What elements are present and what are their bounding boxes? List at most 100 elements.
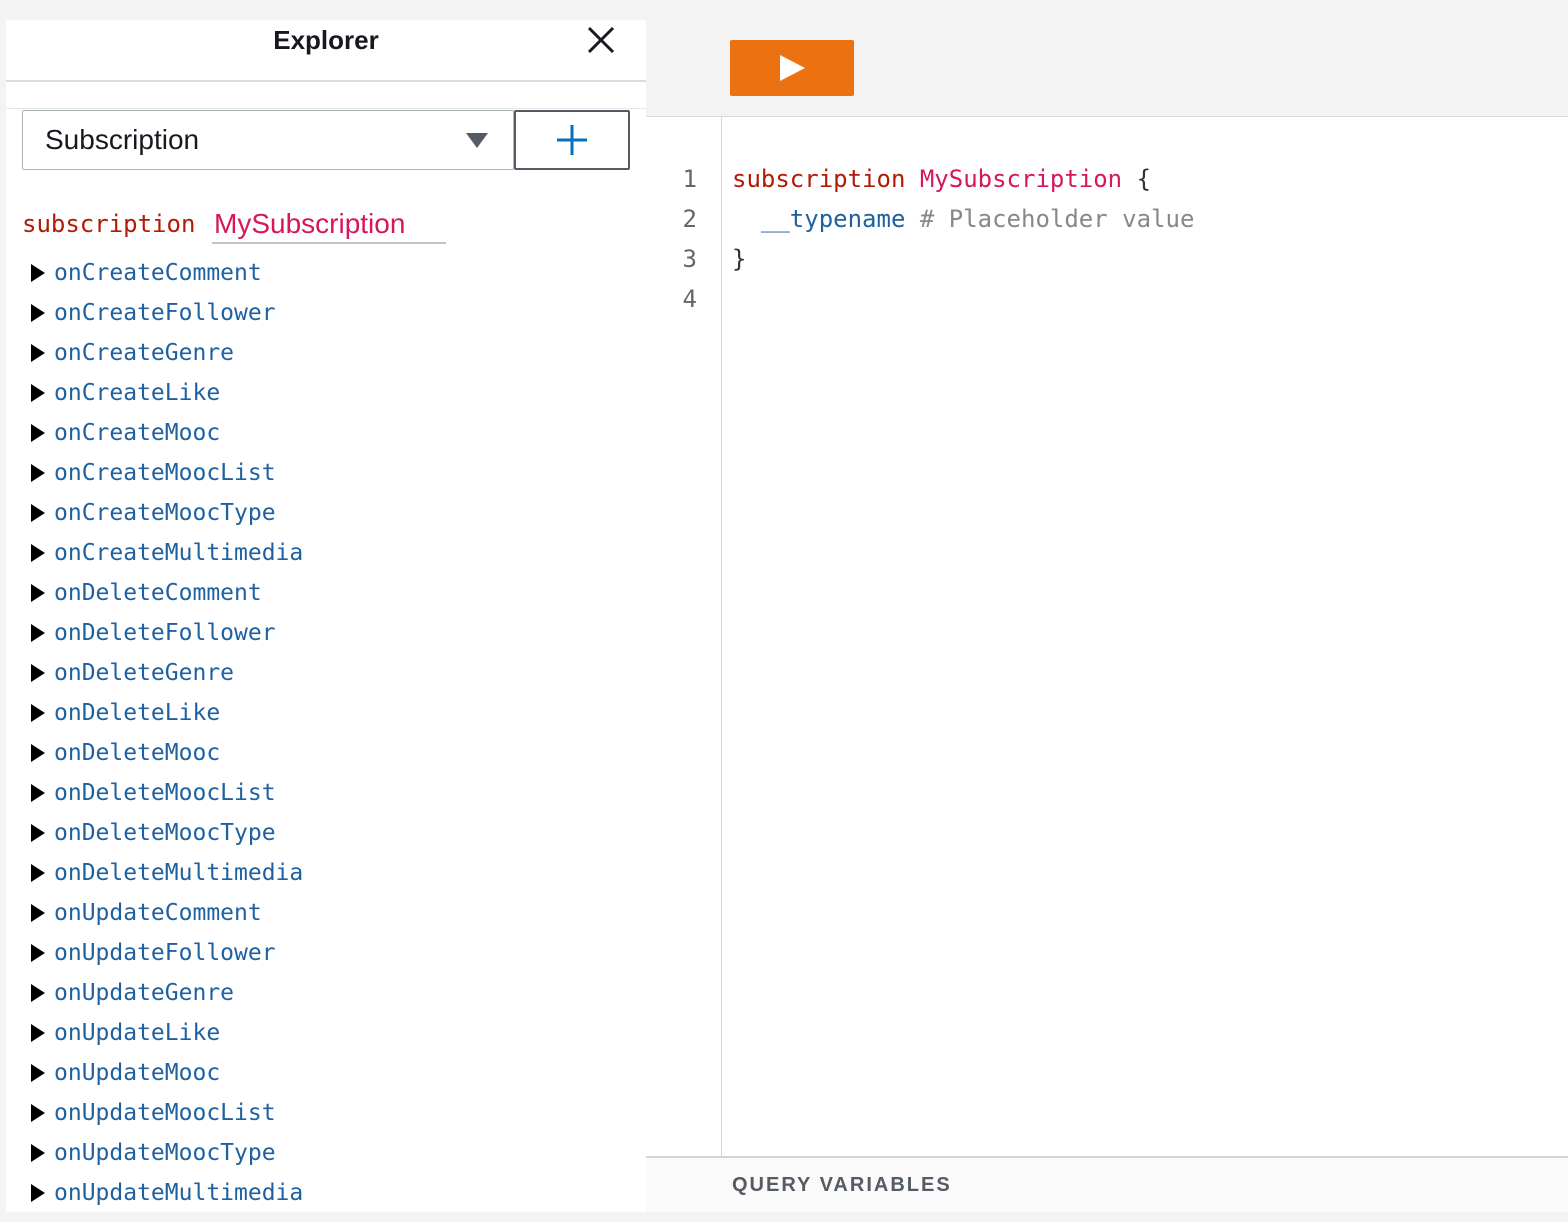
field-list: onCreateComment onCreateFollower onCreateG… — [30, 253, 303, 1212]
triangle-right-icon — [30, 453, 54, 493]
field-label: onCreateFollower — [54, 300, 276, 326]
triangle-right-icon — [30, 973, 54, 1013]
query-editor[interactable]: 1 2 3 4 subscription MySubscription { __… — [646, 116, 1568, 1156]
field-label: onUpdateMoocList — [54, 1100, 276, 1126]
query-variables-toggle[interactable]: QUERY VARIABLES — [732, 1174, 952, 1197]
triangle-right-icon — [30, 533, 54, 573]
operation-name-input[interactable] — [212, 206, 446, 244]
field-item[interactable]: onCreateMoocList — [30, 453, 303, 493]
field-item[interactable]: onCreateMooc — [30, 413, 303, 453]
triangle-right-icon — [30, 653, 54, 693]
field-item[interactable]: onDeleteLike — [30, 693, 303, 733]
field-item[interactable]: onUpdateMoocList — [30, 1093, 303, 1133]
triangle-right-icon — [30, 933, 54, 973]
field-label: onDeleteGenre — [54, 660, 235, 686]
triangle-right-icon — [30, 1053, 54, 1093]
triangle-right-icon — [30, 693, 54, 733]
field-item[interactable]: onDeleteMultimedia — [30, 853, 303, 893]
field-label: onUpdateMultimedia — [54, 1180, 304, 1206]
field-label: onUpdateMoocType — [54, 1140, 276, 1166]
field-label: onUpdateLike — [54, 1020, 221, 1046]
line-number: 4 — [682, 285, 697, 313]
triangle-right-icon — [30, 373, 54, 413]
field-label: onUpdateFollower — [54, 940, 276, 966]
operation-keyword: subscription — [22, 210, 196, 238]
field-label: onCreateMultimedia — [54, 540, 304, 566]
field-label: onDeleteMultimedia — [54, 860, 304, 886]
triangle-right-icon — [30, 1133, 54, 1173]
editor-panel: 1 2 3 4 subscription MySubscription { __… — [646, 0, 1568, 1222]
triangle-right-icon — [30, 733, 54, 773]
field-label: onUpdateComment — [54, 900, 262, 926]
line-number: 2 — [682, 205, 697, 233]
explorer-title: Explorer — [273, 25, 379, 55]
operation-header: subscription — [22, 206, 462, 244]
operation-type-value: Subscription — [45, 124, 200, 155]
code-operation-name: MySubscription — [919, 165, 1123, 193]
field-item[interactable]: onCreateLike — [30, 373, 303, 413]
field-item[interactable]: onUpdateFollower — [30, 933, 303, 973]
line-number-gutter: 1 2 3 4 — [646, 117, 722, 1156]
field-item[interactable]: onUpdateMooc — [30, 1053, 303, 1093]
triangle-right-icon — [30, 253, 54, 293]
code-comment: # Placeholder value — [919, 205, 1195, 233]
triangle-right-icon — [30, 1013, 54, 1053]
field-label: onCreateMooc — [54, 420, 221, 446]
field-item[interactable]: onDeleteMoocList — [30, 773, 303, 813]
triangle-right-icon — [30, 333, 54, 373]
field-item[interactable]: onUpdateGenre — [30, 973, 303, 1013]
field-item[interactable]: onDeleteMooc — [30, 733, 303, 773]
field-label: onCreateLike — [54, 380, 221, 406]
code-brace-open: { — [1136, 165, 1152, 193]
triangle-right-icon — [30, 813, 54, 853]
field-label: onDeleteFollower — [54, 620, 276, 646]
triangle-right-icon — [30, 293, 54, 333]
operation-type-select[interactable]: Subscription — [22, 110, 514, 170]
field-item[interactable]: onDeleteComment — [30, 573, 303, 613]
triangle-right-icon — [30, 893, 54, 933]
close-explorer-button[interactable] — [581, 22, 621, 58]
close-icon — [587, 26, 615, 54]
code-brace-close: } — [732, 245, 747, 273]
triangle-right-icon — [30, 613, 54, 653]
field-label: onUpdateGenre — [54, 980, 235, 1006]
field-item[interactable]: onUpdateMoocType — [30, 1133, 303, 1173]
field-item[interactable]: onDeleteMoocType — [30, 813, 303, 853]
field-label: onDeleteLike — [54, 700, 221, 726]
field-label: onCreateComment — [54, 260, 262, 286]
run-button[interactable] — [730, 40, 854, 96]
field-item[interactable]: onUpdateComment — [30, 893, 303, 933]
code-line-2: __typename # Placeholder value — [732, 199, 1195, 239]
add-operation-button[interactable] — [514, 110, 630, 170]
triangle-right-icon — [30, 773, 54, 813]
triangle-right-icon — [30, 1093, 54, 1133]
field-item[interactable]: onDeleteFollower — [30, 613, 303, 653]
plus-icon — [557, 125, 587, 155]
line-number: 1 — [682, 165, 697, 193]
divider — [6, 108, 646, 109]
code-keyword: subscription — [732, 165, 906, 193]
field-label: onCreateGenre — [54, 340, 235, 366]
field-item[interactable]: onCreateFollower — [30, 293, 303, 333]
query-variables-bar: QUERY VARIABLES — [646, 1156, 1568, 1212]
triangle-right-icon — [30, 1173, 54, 1212]
field-item[interactable]: onUpdateMultimedia — [30, 1173, 303, 1212]
play-icon — [780, 55, 805, 81]
field-label: onCreateMoocList — [54, 460, 276, 486]
code-line-3: } — [732, 239, 746, 279]
field-item[interactable]: onCreateMultimedia — [30, 533, 303, 573]
field-item[interactable]: onCreateMoocType — [30, 493, 303, 533]
triangle-right-icon — [30, 853, 54, 893]
triangle-right-icon — [30, 413, 54, 453]
field-item[interactable]: onDeleteGenre — [30, 653, 303, 693]
field-label: onCreateMoocType — [54, 500, 276, 526]
explorer-header: Explorer — [6, 20, 646, 82]
line-number: 3 — [682, 245, 697, 273]
field-label: onUpdateMooc — [54, 1060, 221, 1086]
field-item[interactable]: onCreateGenre — [30, 333, 303, 373]
field-label: onDeleteMoocType — [54, 820, 276, 846]
field-label: onDeleteComment — [54, 580, 262, 606]
code-line-1: subscription MySubscription { — [732, 159, 1151, 199]
field-item[interactable]: onCreateComment — [30, 253, 303, 293]
field-item[interactable]: onUpdateLike — [30, 1013, 303, 1053]
